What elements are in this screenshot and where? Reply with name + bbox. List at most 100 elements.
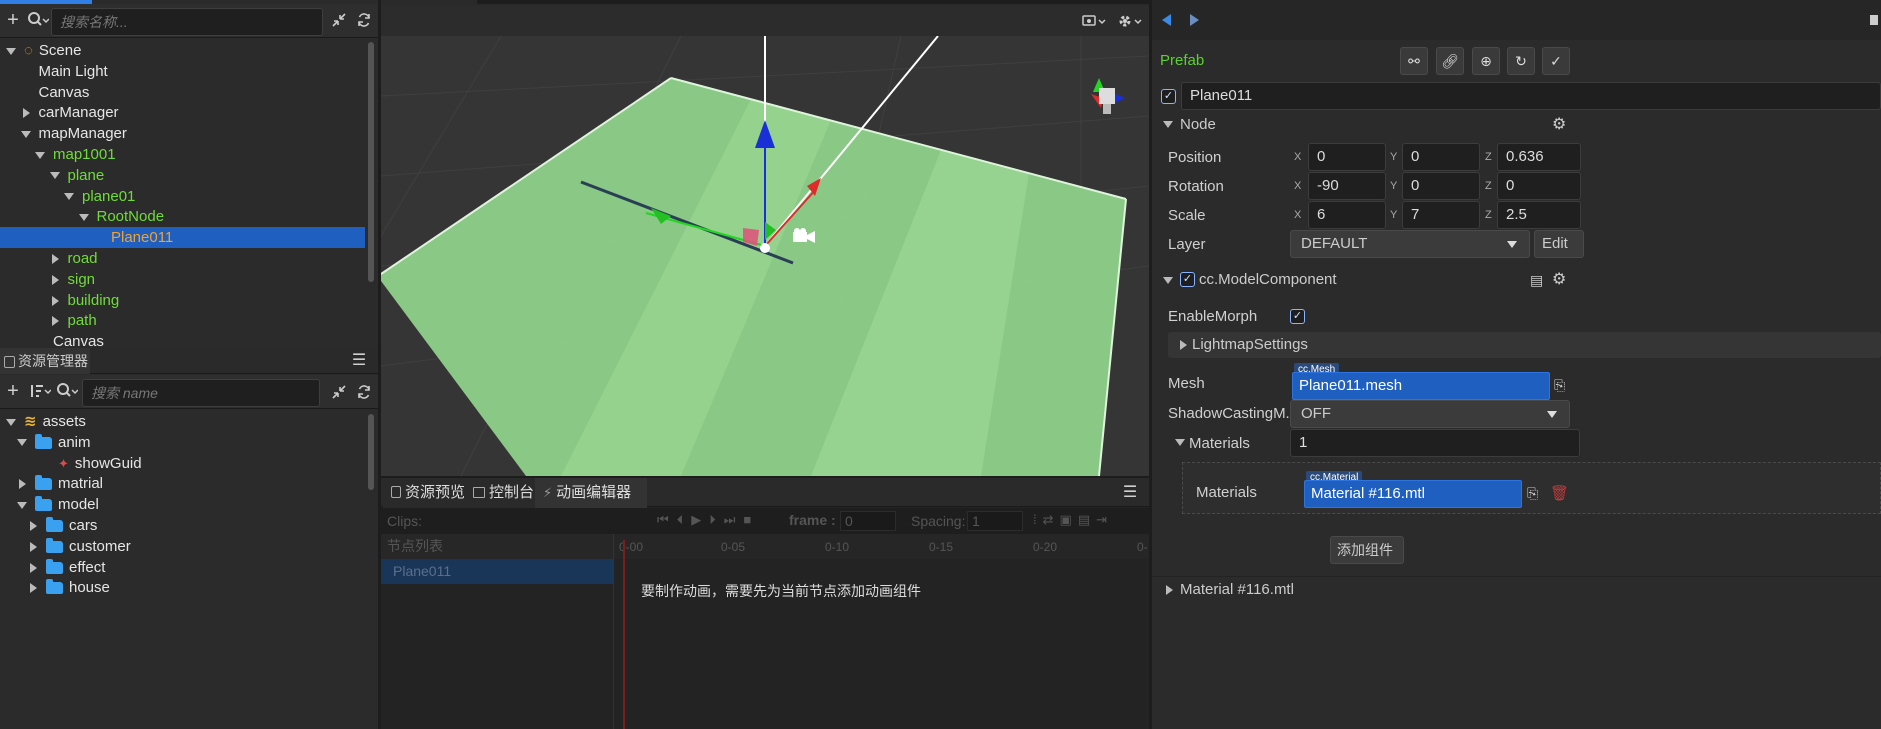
- add-asset-icon[interactable]: +: [3, 380, 23, 402]
- stop-icon[interactable]: ■: [743, 512, 759, 527]
- collapsed-arrow-icon[interactable]: [30, 541, 37, 552]
- asset-node[interactable]: ≋ assets: [0, 411, 366, 432]
- position-z-input[interactable]: 0.636: [1497, 143, 1581, 171]
- first-frame-icon[interactable]: ⏮: [657, 512, 677, 527]
- model-component-checkbox[interactable]: ✓: [1180, 272, 1195, 287]
- scale-y-input[interactable]: 7: [1402, 201, 1480, 229]
- hierarchy-node[interactable]: Plane011: [0, 227, 365, 249]
- expanded-arrow-icon[interactable]: [6, 418, 16, 426]
- expanded-arrow-icon[interactable]: [64, 193, 74, 201]
- scale-x-input[interactable]: 6: [1308, 201, 1386, 229]
- doc-icon[interactable]: ▤: [1530, 267, 1543, 293]
- node-section-header[interactable]: Node ⚙: [1152, 112, 1881, 138]
- assets-scrollbar[interactable]: [368, 414, 374, 490]
- mesh-asset-field[interactable]: Plane011.mesh: [1292, 372, 1550, 400]
- material-section-arrow[interactable]: [1166, 585, 1173, 595]
- hierarchy-scrollbar[interactable]: [368, 42, 374, 282]
- asset-node[interactable]: house: [0, 577, 366, 598]
- hierarchy-node[interactable]: Canvas: [0, 331, 366, 348]
- add-icon[interactable]: +: [3, 9, 23, 31]
- asset-node[interactable]: matrial: [0, 473, 366, 494]
- collapsed-arrow-icon[interactable]: [51, 316, 59, 327]
- model-component-header[interactable]: ✓ cc.ModelComponent ▤ ⚙: [1152, 267, 1881, 293]
- playhead[interactable]: [623, 540, 625, 729]
- last-frame-icon[interactable]: ⏭: [724, 512, 744, 527]
- collapsed-arrow-icon[interactable]: [30, 562, 37, 573]
- node-list-item[interactable]: Plane011: [381, 559, 613, 584]
- hierarchy-node[interactable]: mapManager: [0, 123, 366, 144]
- node-settings-icon[interactable]: ⚙: [1552, 112, 1566, 138]
- timeline-ruler[interactable]: 0-00 0-05 0-10 0-15 0-20 0-: [613, 534, 1149, 559]
- assets-tab[interactable]: 资源管理器: [0, 348, 90, 374]
- expanded-arrow-icon[interactable]: [49, 172, 60, 180]
- hierarchy-node[interactable]: carManager: [0, 102, 366, 123]
- mesh-locate-icon[interactable]: ⎘: [1554, 377, 1565, 394]
- save-icon[interactable]: ▣: [1060, 512, 1078, 527]
- expanded-arrow-icon[interactable]: [20, 130, 31, 138]
- node-active-checkbox[interactable]: ✓: [1161, 89, 1176, 104]
- tab-console[interactable]: 控制台: [465, 478, 543, 508]
- position-x-input[interactable]: 0: [1308, 143, 1386, 171]
- node-list-divider[interactable]: [613, 534, 614, 729]
- enable-morph-checkbox[interactable]: ✓: [1290, 309, 1305, 324]
- asset-node[interactable]: customer: [0, 536, 366, 557]
- asset-node[interactable]: effect: [0, 557, 366, 578]
- lock-icon[interactable]: [1870, 15, 1878, 25]
- layer-select[interactable]: DEFAULT: [1290, 230, 1530, 258]
- grid-icon[interactable]: ⁞: [1033, 512, 1043, 527]
- layer-edit-button[interactable]: Edit: [1534, 230, 1584, 258]
- lightmap-settings-row[interactable]: LightmapSettings: [1168, 332, 1881, 358]
- materials-count-input[interactable]: 1: [1290, 429, 1580, 457]
- search-filter-icon[interactable]: [27, 10, 49, 30]
- assets-collapse-icon[interactable]: [330, 383, 348, 401]
- bottom-menu-icon[interactable]: ☰: [1121, 483, 1139, 501]
- collapsed-arrow-icon[interactable]: [30, 583, 37, 594]
- shadow-casting-select[interactable]: OFF: [1290, 400, 1570, 428]
- refresh-icon[interactable]: [355, 11, 373, 29]
- exit-icon[interactable]: ⇥: [1096, 512, 1113, 527]
- expanded-arrow-icon[interactable]: [17, 439, 27, 447]
- assets-refresh-icon[interactable]: [355, 383, 373, 401]
- prefab-locate-button[interactable]: ⊕: [1472, 47, 1500, 75]
- tab-animation-editor[interactable]: ⚡ 动画编辑器: [535, 478, 647, 508]
- expanded-arrow-icon[interactable]: [78, 213, 89, 221]
- prefab-apply-button[interactable]: ✓: [1542, 47, 1570, 75]
- hierarchy-node[interactable]: RootNode: [0, 206, 366, 227]
- frame-input[interactable]: 0: [840, 511, 896, 531]
- forward-arrow-icon[interactable]: [1190, 14, 1199, 26]
- rotation-y-input[interactable]: 0: [1402, 172, 1480, 200]
- component-settings-icon[interactable]: ⚙: [1552, 267, 1566, 293]
- scene-viewport[interactable]: [381, 36, 1149, 476]
- camera-settings-icon[interactable]: [1081, 12, 1107, 30]
- collapse-all-icon[interactable]: [330, 11, 348, 29]
- expanded-arrow-icon[interactable]: [6, 47, 16, 55]
- collapsed-arrow-icon[interactable]: [22, 108, 30, 119]
- next-frame-icon[interactable]: ⏵: [709, 512, 724, 527]
- hierarchy-node[interactable]: path: [0, 310, 366, 331]
- asset-search-filter-icon[interactable]: [56, 382, 78, 400]
- collapsed-arrow-icon[interactable]: [51, 254, 59, 265]
- rotation-x-input[interactable]: -90: [1308, 172, 1386, 200]
- clip-icon[interactable]: ▤: [1078, 512, 1096, 527]
- collapsed-arrow-icon[interactable]: [19, 479, 26, 490]
- add-component-button[interactable]: 添加组件: [1330, 536, 1404, 564]
- node-name-input[interactable]: Plane011: [1181, 82, 1881, 110]
- material-locate-icon[interactable]: ⎘: [1527, 485, 1538, 502]
- tab-asset-preview[interactable]: 资源预览: [383, 478, 474, 508]
- model-component-arrow[interactable]: [1163, 277, 1173, 284]
- asset-node[interactable]: anim: [0, 432, 366, 453]
- hierarchy-search-input[interactable]: 搜索名称...: [51, 8, 323, 36]
- expanded-arrow-icon[interactable]: [17, 501, 27, 509]
- lightmap-expand-arrow[interactable]: [1180, 340, 1187, 350]
- prev-frame-icon[interactable]: ⏴: [677, 512, 692, 527]
- collapsed-arrow-icon[interactable]: [51, 274, 59, 285]
- node-collapse-arrow[interactable]: [1163, 121, 1173, 128]
- asset-node[interactable]: model: [0, 494, 366, 515]
- hierarchy-node[interactable]: road: [0, 248, 366, 269]
- hierarchy-node[interactable]: plane01: [0, 186, 366, 207]
- prefab-revert-button[interactable]: ↻: [1507, 47, 1535, 75]
- spacing-input[interactable]: 1: [967, 511, 1023, 531]
- position-y-input[interactable]: 0: [1402, 143, 1480, 171]
- materials-collapse-arrow[interactable]: [1175, 439, 1185, 446]
- scale-z-input[interactable]: 2.5: [1497, 201, 1581, 229]
